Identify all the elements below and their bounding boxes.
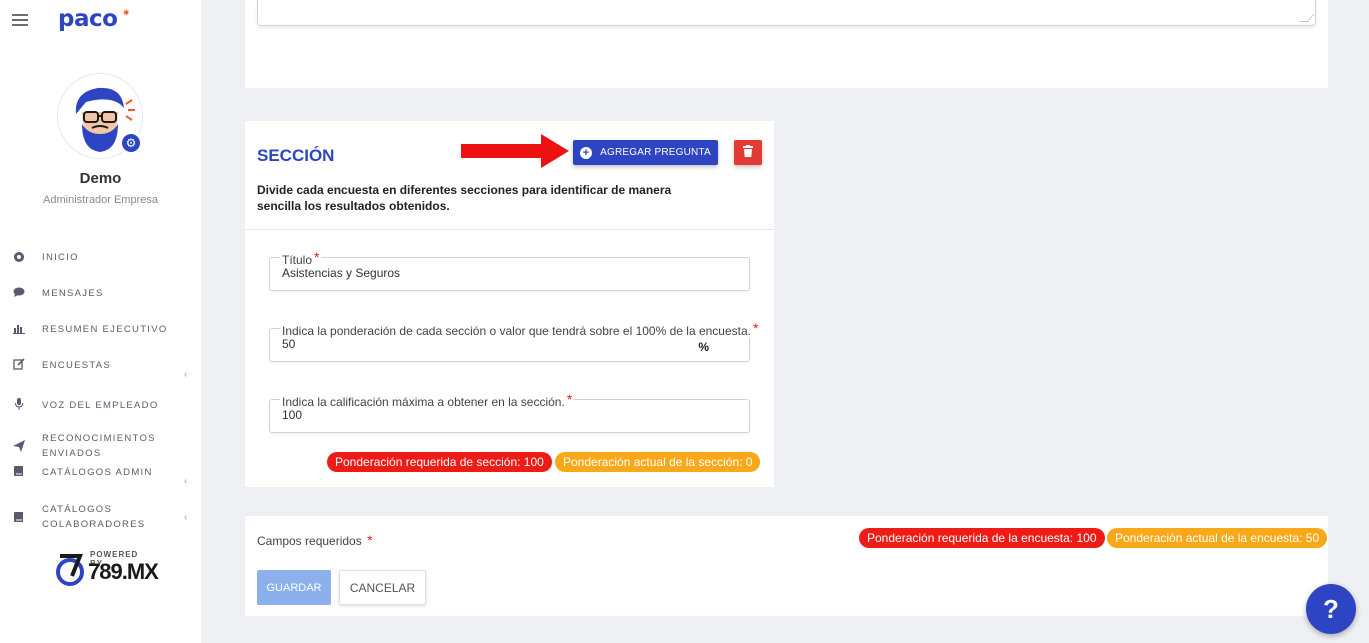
title-label-text: Título xyxy=(282,253,313,267)
app-logo[interactable]: paco xyxy=(58,6,118,32)
weight-field[interactable]: Indica la ponderación de cada sección o … xyxy=(269,320,761,362)
max-score-label-text: Indica la calificación máxima a obtener … xyxy=(282,395,565,409)
arrow-annotation-icon xyxy=(461,134,569,168)
menu-toggle-icon[interactable] xyxy=(12,14,28,26)
edit-icon xyxy=(12,358,26,372)
sidebar-item-label: RESUMEN EJECUTIVO xyxy=(42,323,168,335)
required-fields-note: Campos requeridos * xyxy=(257,532,373,548)
delete-section-button[interactable] xyxy=(734,140,762,165)
weight-input[interactable] xyxy=(282,337,682,351)
powered-by-logo[interactable]: POWERED BY 789.MX xyxy=(56,550,159,590)
section-required-weight-badge: Ponderación requerida de sección: 100 xyxy=(327,452,552,472)
sidebar-item-label: MENSAJES xyxy=(42,287,104,299)
chat-bubble-icon xyxy=(12,286,26,300)
description-textarea[interactable] xyxy=(257,0,1316,26)
user-role: Administrador Empresa xyxy=(43,194,158,206)
title-input[interactable] xyxy=(282,266,682,280)
max-score-field-label: Indica la calificación máxima a obtener … xyxy=(280,391,575,409)
plus-circle-icon: + xyxy=(580,146,593,159)
weight-field-label: Indica la ponderación de cada sección o … xyxy=(280,320,761,338)
sidebar-item-label: RECONOCIMIENTOS xyxy=(42,433,156,444)
book-icon xyxy=(12,511,26,525)
section-description: Divide cada encuesta en diferentes secci… xyxy=(257,183,672,213)
sidebar-item-label: VOZ DEL EMPLEADO xyxy=(42,399,159,411)
powered-by-brand: 789.MX xyxy=(88,559,159,584)
chevron-left-icon: ‹ xyxy=(184,369,188,380)
max-score-field[interactable]: Indica la calificación máxima a obtener … xyxy=(269,391,750,433)
required-fields-text: Campos requeridos xyxy=(257,534,362,548)
logo-spark-icon: ✷ xyxy=(122,8,131,19)
survey-current-weight-badge: Ponderación actual de la encuesta: 50 xyxy=(1107,528,1328,548)
chevron-left-icon: ‹ xyxy=(184,476,188,487)
sidebar-item-catalogos-colaboradores[interactable]: CATÁLOGOS COLABORADORES ‹ xyxy=(0,502,201,534)
send-icon xyxy=(12,440,26,454)
settings-gear-icon[interactable]: ⚙ xyxy=(120,132,142,154)
trash-icon xyxy=(743,145,753,157)
logo-text: paco xyxy=(58,6,118,32)
sidebar-item-label: ENCUESTAS xyxy=(42,359,112,371)
required-mark: * xyxy=(566,391,573,407)
title-field-label: Título * xyxy=(280,249,322,267)
sidebar-item-label: INICIO xyxy=(42,251,79,263)
weight-label-text: Indica la ponderación de cada sección o … xyxy=(282,324,751,338)
title-field[interactable]: Título * xyxy=(269,249,750,291)
required-mark: * xyxy=(367,532,373,548)
max-score-input[interactable] xyxy=(282,408,682,422)
book-icon xyxy=(12,465,26,479)
save-button[interactable]: GUARDAR xyxy=(257,570,331,605)
percent-suffix: % xyxy=(698,340,709,354)
sidebar-item-label-line2: ENVIADOS xyxy=(42,448,102,459)
bar-chart-icon xyxy=(12,322,26,336)
resize-handle-icon[interactable] xyxy=(1299,14,1315,22)
user-name: Demo xyxy=(79,170,122,187)
required-mark: * xyxy=(752,320,759,336)
add-question-button[interactable]: + AGREGAR PREGUNTA xyxy=(573,140,718,165)
required-mark: * xyxy=(314,249,320,265)
section-card: SECCIÓN + AGREGAR PREGUNTA Divide cada en… xyxy=(245,121,774,487)
chevron-left-icon: ‹ xyxy=(184,512,188,523)
section-title: SECCIÓN xyxy=(257,146,335,165)
form-footer-card: Campos requeridos * Ponderación requerid… xyxy=(245,516,1328,616)
add-question-label: AGREGAR PREGUNTA xyxy=(600,146,711,158)
cancel-button[interactable]: CANCELAR xyxy=(339,570,426,605)
sidebar: paco ✷ ⚙ Demo Administrador Empresa INIC… xyxy=(0,0,201,643)
microphone-icon xyxy=(12,398,26,412)
survey-required-weight-badge: Ponderación requerida de la encuesta: 10… xyxy=(859,528,1105,548)
sidebar-item-label: CATÁLOGOS ADMIN xyxy=(42,466,153,478)
divider xyxy=(245,229,774,230)
sidebar-item-reconocimientos-enviados[interactable]: RECONOCIMIENTOS ENVIADOS xyxy=(0,431,201,463)
help-button[interactable]: ? xyxy=(1306,584,1356,634)
avatar[interactable]: ⚙ xyxy=(58,74,142,158)
sidebar-item-label: CATÁLOGOS xyxy=(42,504,113,515)
section-current-weight-badge: Ponderación actual de la sección: 0 xyxy=(555,452,761,472)
dashboard-icon xyxy=(12,250,26,264)
previous-card xyxy=(245,0,1328,88)
sidebar-item-label-line2: COLABORADORES xyxy=(42,519,146,530)
